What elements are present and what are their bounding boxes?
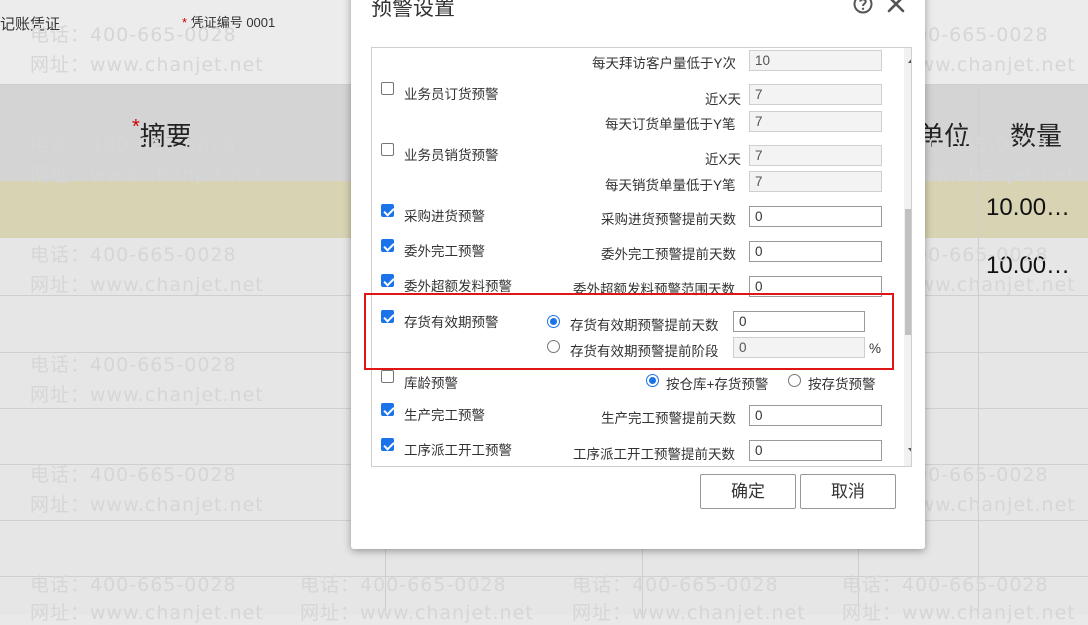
process-label: 工序派工开工预警	[404, 443, 512, 458]
voucher-no-label: 凭证编号	[190, 15, 243, 30]
order-count-input[interactable]: 7	[749, 111, 882, 132]
stock-age-checkbox[interactable]	[381, 370, 394, 383]
purchase-warning-checkbox[interactable]	[381, 204, 394, 217]
scrollbar-thumb[interactable]	[905, 209, 911, 335]
order-days-input[interactable]: 7	[749, 84, 882, 105]
production-days-input[interactable]: 0	[749, 405, 882, 426]
sales-count-label: 每天销货单量低于Y笔	[605, 178, 736, 193]
sales-count-input[interactable]: 7	[749, 171, 882, 192]
stock-only-radio[interactable]	[788, 374, 801, 387]
warning-settings-dialog: 预警设置 每天拜访客户量低于Y次 10 业务员订货预警 近X天 7 每天订货单量…	[351, 0, 925, 549]
quantity-cell[interactable]: 10.00…	[986, 194, 1070, 222]
production-checkbox[interactable]	[381, 403, 394, 416]
warehouse-stock-radio[interactable]	[646, 374, 659, 387]
outsource-excess-checkbox[interactable]	[381, 274, 394, 287]
order-days-label: 近X天	[705, 92, 742, 107]
sales-days-input[interactable]: 7	[749, 145, 882, 166]
process-days-input[interactable]: 0	[749, 440, 882, 461]
production-days-label: 生产完工预警提前天数	[601, 411, 736, 426]
scroll-up-icon[interactable]	[908, 57, 911, 63]
outsource-done-checkbox[interactable]	[381, 239, 394, 252]
ok-button[interactable]: 确定	[700, 474, 796, 509]
sales-days-label: 近X天	[705, 152, 742, 167]
process-checkbox[interactable]	[381, 438, 394, 451]
outsource-done-label: 委外完工预警	[404, 244, 485, 259]
purchase-days-input[interactable]: 0	[749, 206, 882, 227]
purchase-days-label: 采购进货预警提前天数	[601, 212, 736, 227]
column-header-quantity: 数量	[1010, 121, 1063, 151]
voucher-no-value: 0001	[246, 15, 276, 30]
outsource-done-days-input[interactable]: 0	[749, 241, 882, 262]
outsource-done-days-label: 委外完工预警提前天数	[601, 247, 736, 262]
highlight-box	[364, 293, 894, 370]
visit-threshold-input[interactable]: 10	[749, 50, 882, 71]
sales-warning-checkbox[interactable]	[381, 143, 394, 156]
close-icon[interactable]	[885, 0, 907, 15]
cancel-button[interactable]: 取消	[800, 474, 896, 509]
order-count-label: 每天订货单量低于Y笔	[605, 117, 736, 132]
outsource-excess-label: 委外超额发料预警	[404, 279, 512, 294]
stock-age-label: 库龄预警	[404, 376, 458, 391]
warehouse-stock-label: 按仓库+存货预警	[666, 377, 769, 392]
sales-warning-label: 业务员销货预警	[404, 148, 499, 163]
quantity-cell[interactable]: 10.00…	[986, 252, 1070, 280]
order-warning-checkbox[interactable]	[381, 82, 394, 95]
process-days-label: 工序派工开工预警提前天数	[573, 447, 735, 462]
divider	[0, 576, 1088, 577]
required-mark: *	[182, 15, 188, 30]
stock-only-label: 按存货预警	[808, 377, 876, 392]
column-divider	[978, 84, 979, 615]
column-header-unit: 单位	[918, 121, 971, 151]
help-icon[interactable]	[853, 0, 873, 14]
dialog-title: 预警设置	[371, 0, 455, 20]
visit-threshold-label: 每天拜访客户量低于Y次	[592, 56, 737, 71]
production-label: 生产完工预警	[404, 408, 485, 423]
settings-scroll-panel: 每天拜访客户量低于Y次 10 业务员订货预警 近X天 7 每天订货单量低于Y笔 …	[371, 47, 912, 467]
column-header-summary: *摘要	[132, 116, 192, 151]
order-warning-label: 业务员订货预警	[404, 87, 499, 102]
purchase-warning-label: 采购进货预警	[404, 209, 485, 224]
scroll-down-icon[interactable]	[908, 448, 911, 454]
voucher-type-label: 记账凭证	[0, 16, 61, 33]
